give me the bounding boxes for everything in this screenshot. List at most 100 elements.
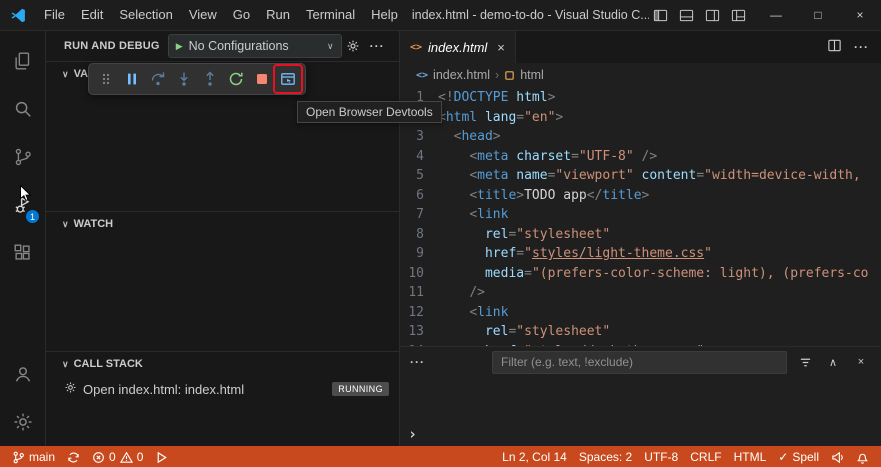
branch-indicator[interactable]: main xyxy=(6,446,61,467)
maximize-button[interactable]: □ xyxy=(797,0,839,30)
branch-icon xyxy=(13,451,24,463)
cursor-position[interactable]: Ln 2, Col 14 xyxy=(496,446,573,467)
toolbar-drag-handle[interactable] xyxy=(93,66,119,92)
line-number[interactable]: 11 xyxy=(400,283,438,303)
code-line-2[interactable]: 2<html lang="en"> xyxy=(400,108,881,128)
line-number[interactable]: 3 xyxy=(400,127,438,147)
watch-section: ∨ WATCH xyxy=(46,211,399,351)
line-number[interactable]: 6 xyxy=(400,186,438,206)
activity-run-debug[interactable]: 1 xyxy=(0,181,45,229)
vscode-window: File Edit Selection View Go Run Terminal Help i… xyxy=(0,0,881,467)
activity-account[interactable] xyxy=(0,350,45,398)
code-line-4[interactable]: 4 <meta charset="UTF-8" /> xyxy=(400,147,881,167)
activity-extensions[interactable] xyxy=(0,229,45,277)
chevron-down-icon: ∨ xyxy=(62,68,69,79)
stop-button[interactable] xyxy=(249,66,275,92)
problems-indicator[interactable]: 0 0 xyxy=(86,446,149,467)
menu-edit[interactable]: Edit xyxy=(73,4,111,26)
sidebar-more-actions[interactable]: ··· xyxy=(365,34,389,58)
activity-explorer[interactable] xyxy=(0,37,45,85)
menu-help[interactable]: Help xyxy=(363,4,406,26)
panel-more-actions[interactable]: ··· xyxy=(410,355,425,369)
step-over-button[interactable] xyxy=(145,66,171,92)
line-number[interactable]: 4 xyxy=(400,147,438,167)
encoding[interactable]: UTF-8 xyxy=(638,446,684,467)
line-number[interactable]: 12 xyxy=(400,303,438,323)
debug-status[interactable] xyxy=(149,446,174,467)
indentation[interactable]: Spaces: 2 xyxy=(573,446,638,467)
panel-close-icon[interactable]: × xyxy=(851,352,871,372)
editor-more-actions[interactable]: ··· xyxy=(854,40,869,54)
line-text: <!DOCTYPE html> xyxy=(438,90,556,105)
panel-maximize-icon[interactable]: ∧ xyxy=(823,352,843,372)
sync-button[interactable] xyxy=(61,446,86,467)
menu-selection[interactable]: Selection xyxy=(111,4,180,26)
chevron-down-icon: ∨ xyxy=(62,358,69,369)
toggle-secondary-sidebar-icon[interactable] xyxy=(701,4,723,26)
check-icon: ✓ xyxy=(778,450,789,464)
activity-search[interactable] xyxy=(0,85,45,133)
console-output[interactable] xyxy=(400,377,881,422)
call-stack-session[interactable]: Open index.html: index.html RUNNING xyxy=(46,376,399,402)
menu-view[interactable]: View xyxy=(181,4,225,26)
code-line-6[interactable]: 6 <title>TODO app</title> xyxy=(400,186,881,206)
menu-go[interactable]: Go xyxy=(225,4,258,26)
code-line-10[interactable]: 10 media="(prefers-color-scheme: light),… xyxy=(400,264,881,284)
restart-button[interactable] xyxy=(223,66,249,92)
call-stack-section-header[interactable]: ∨ CALL STACK xyxy=(46,352,399,376)
editor-area: <> index.html × ··· <> index.html › html… xyxy=(400,31,881,446)
debug-config-dropdown[interactable]: ▶ No Configurations ∨ xyxy=(167,34,342,58)
step-out-button[interactable] xyxy=(197,66,223,92)
menu-file[interactable]: File xyxy=(36,4,73,26)
line-number[interactable]: 8 xyxy=(400,225,438,245)
console-filter-input[interactable] xyxy=(492,350,787,374)
code-line-11[interactable]: 11 /> xyxy=(400,283,881,303)
breadcrumb-file[interactable]: index.html xyxy=(433,68,490,82)
line-number[interactable]: 9 xyxy=(400,244,438,264)
pause-button[interactable] xyxy=(119,66,145,92)
code-line-1[interactable]: 1 <!DOCTYPE html> xyxy=(400,88,881,108)
start-debugging-icon[interactable]: ▶ xyxy=(176,41,183,51)
panel-header: ··· ∧ × xyxy=(400,347,881,377)
language-mode[interactable]: HTML xyxy=(728,446,773,467)
menu-run[interactable]: Run xyxy=(258,4,298,26)
minimize-button[interactable]: — xyxy=(755,0,797,30)
eol-indicator[interactable]: CRLF xyxy=(684,446,727,467)
close-button[interactable]: × xyxy=(839,0,881,30)
activity-source-control[interactable] xyxy=(0,133,45,181)
feedback-icon[interactable] xyxy=(825,446,850,467)
tab-close-icon[interactable]: × xyxy=(497,40,505,55)
line-number[interactable]: 5 xyxy=(400,166,438,186)
debug-gear-icon[interactable] xyxy=(342,34,366,58)
watch-section-header[interactable]: ∨ WATCH xyxy=(46,212,399,236)
code-line-5[interactable]: 5 <meta name="viewport" content="width=d… xyxy=(400,166,881,186)
split-editor-icon[interactable] xyxy=(827,38,842,56)
line-number[interactable]: 10 xyxy=(400,264,438,284)
code-line-7[interactable]: 7 <link xyxy=(400,205,881,225)
code-line-9[interactable]: 9 href="styles/light-theme.css" xyxy=(400,244,881,264)
customize-layout-icon[interactable] xyxy=(727,4,749,26)
line-number[interactable]: 13 xyxy=(400,322,438,342)
menu-terminal[interactable]: Terminal xyxy=(298,4,363,26)
code-line-3[interactable]: 3 <head> xyxy=(400,127,881,147)
code-line-13[interactable]: 13 rel="stylesheet" xyxy=(400,322,881,342)
notifications-bell-icon[interactable] xyxy=(850,446,875,467)
filter-icon[interactable] xyxy=(795,352,815,372)
toggle-panel-icon[interactable] xyxy=(675,4,697,26)
spell-checker[interactable]: ✓ Spell xyxy=(772,446,825,467)
toggle-sidebar-icon[interactable] xyxy=(649,4,671,26)
line-text: <link xyxy=(469,207,509,222)
step-into-button[interactable] xyxy=(171,66,197,92)
tab-index-html[interactable]: <> index.html × xyxy=(400,31,516,63)
activity-settings[interactable] xyxy=(0,398,45,446)
line-number[interactable]: 7 xyxy=(400,205,438,225)
open-browser-devtools-button[interactable] xyxy=(275,66,301,92)
code-editor[interactable]: 1<!DOCTYPE html>2<html lang="en">3 <head… xyxy=(400,87,881,346)
code-line-12[interactable]: 12 <link xyxy=(400,303,881,323)
code-line-8[interactable]: 8 rel="stylesheet" xyxy=(400,225,881,245)
warning-icon xyxy=(119,451,133,463)
breadcrumb-symbol[interactable]: html xyxy=(520,68,544,82)
line-text: <meta name="viewport" content="width=dev… xyxy=(469,168,861,183)
console-input[interactable]: › xyxy=(400,422,881,446)
extensions-icon xyxy=(14,244,30,260)
